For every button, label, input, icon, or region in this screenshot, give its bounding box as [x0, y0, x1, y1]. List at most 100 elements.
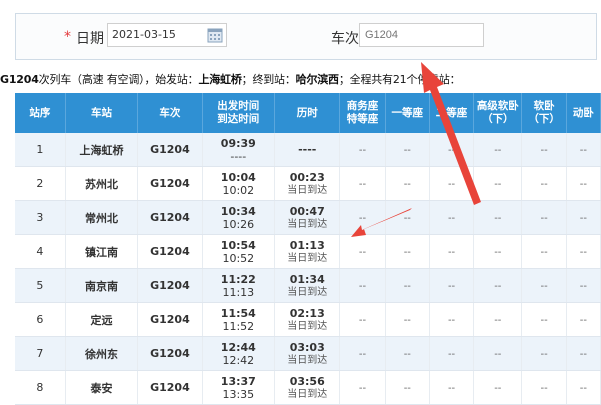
seat-availability: -- [540, 315, 548, 326]
table-row[interactable]: 7 徐州东 G1204 12:44 12:42 03:03 当日到达 -- -- -- -- -- -- [15, 336, 601, 371]
station-name: 南京南 [85, 279, 118, 293]
seat-availability: -- [447, 315, 456, 326]
table-row[interactable]: 6 定远 G1204 11:54 11:52 02:13 当日到达 -- -- -- -- -- -- [15, 302, 601, 337]
station-name: 常州北 [85, 211, 118, 225]
table-row[interactable]: 5 南京南 G1204 11:22 11:13 01:34 当日到达 -- -- -- -- -- -- [15, 268, 601, 303]
duration-cell: 01:13 当日到达 [274, 234, 341, 269]
column-header-text: 出发时间 [217, 100, 260, 112]
station-seq-cell: 4 [15, 234, 66, 269]
train-number-label: 车次 [331, 31, 359, 47]
seat-cell: -- [521, 234, 567, 269]
departure-time: 11:22 [220, 272, 256, 286]
arrival-time: 10:26 [222, 217, 255, 231]
summary-destination: 哈尔滨西 [295, 73, 339, 86]
seat-cell: -- [429, 370, 475, 405]
departure-time: 09:39 [220, 136, 256, 150]
table-row[interactable]: 3 常州北 G1204 10:34 10:26 00:47 当日到达 -- -- -- -- -- -- [15, 200, 601, 235]
seat-availability: -- [358, 281, 367, 292]
duration-cell: 03:56 当日到达 [274, 370, 341, 405]
calendar-icon[interactable] [207, 27, 223, 43]
seat-cell: -- [521, 268, 567, 303]
seat-availability: -- [494, 213, 502, 224]
arrival-time: 11:13 [222, 285, 255, 299]
station-seq-cell: 7 [15, 336, 66, 371]
seat-cell: -- [429, 268, 475, 303]
departure-time: 10:34 [220, 204, 256, 218]
summary-origin: 上海虹桥 [198, 73, 242, 86]
station-name: 镇江南 [85, 245, 118, 259]
seat-cell: -- [566, 234, 601, 269]
seat-availability: -- [358, 383, 367, 394]
station-seq-cell: 8 [15, 370, 66, 405]
seat-availability: -- [358, 315, 367, 326]
column-header: 车次 [137, 93, 203, 133]
seat-cell: -- [385, 133, 430, 167]
seat-availability: -- [494, 145, 502, 156]
arrival-time: 11:52 [222, 319, 255, 333]
seat-availability: -- [540, 247, 548, 258]
duration: 00:23 [289, 170, 325, 184]
duration: 01:13 [289, 238, 325, 252]
seat-cell: -- [339, 133, 386, 167]
duration-cell: 00:23 当日到达 [274, 166, 341, 201]
seat-cell: -- [339, 370, 386, 405]
seat-cell: -- [385, 302, 430, 337]
arrival-day: 当日到达 [287, 354, 328, 366]
seat-availability: -- [447, 383, 456, 394]
column-header-text: 软卧 [533, 100, 555, 112]
train-number-cell: G1204 [137, 234, 203, 269]
seat-cell: -- [521, 302, 567, 337]
date-value: 2021-03-15 [112, 28, 176, 41]
seat-availability: -- [403, 281, 411, 292]
seat-availability: -- [494, 349, 502, 360]
seat-availability: -- [447, 349, 456, 360]
seat-cell: -- [566, 133, 601, 167]
column-header: 站序 [15, 93, 66, 133]
station-name-cell: 定远 [65, 302, 139, 337]
station-name: 上海虹桥 [79, 143, 124, 157]
train-number-input[interactable] [359, 23, 484, 47]
seat-availability: -- [494, 315, 502, 326]
duration-cell: 01:34 当日到达 [274, 268, 341, 303]
seat-cell: -- [385, 268, 430, 303]
duration-cell: ---- [274, 133, 341, 167]
table-row[interactable]: 2 苏州北 G1204 10:04 10:02 00:23 当日到达 -- -- -- -- -- -- [15, 166, 601, 201]
seat-cell: -- [521, 200, 567, 235]
seat-cell: -- [339, 336, 386, 371]
seat-cell: -- [473, 133, 523, 167]
column-header-text: （下） [528, 113, 560, 125]
train-number: G1204 [150, 245, 190, 258]
seat-availability: -- [358, 247, 367, 258]
seat-cell: -- [566, 166, 601, 201]
column-header-text: 高级软卧 [476, 100, 519, 112]
seat-cell: -- [473, 370, 523, 405]
table-row[interactable]: 8 泰安 G1204 13:37 13:35 03:56 当日到达 -- -- -- -- -- -- [15, 370, 601, 405]
train-number: G1204 [150, 177, 190, 190]
seat-availability: -- [403, 179, 411, 190]
table-row[interactable]: 1 上海虹桥 G1204 09:39 ---- ---- -- -- -- -- -- -- [15, 133, 601, 167]
date-input[interactable]: 2021-03-15 [107, 23, 227, 47]
train-number-cell: G1204 [137, 166, 203, 201]
duration: ---- [298, 143, 317, 156]
table-row[interactable]: 4 镇江南 G1204 10:54 10:52 01:13 当日到达 -- -- -- -- -- -- [15, 234, 601, 269]
column-header: 动卧 [566, 93, 601, 133]
seat-availability: -- [447, 213, 456, 224]
seat-cell: -- [473, 268, 523, 303]
station-name: 徐州东 [85, 347, 118, 361]
seat-availability: -- [579, 179, 587, 190]
station-name-cell: 泰安 [65, 370, 139, 405]
departure-time: 12:44 [220, 340, 256, 354]
time-cell: 10:04 10:02 [202, 166, 276, 201]
duration: 00:47 [289, 204, 325, 218]
train-number-cell: G1204 [137, 133, 203, 167]
duration: 03:56 [289, 374, 325, 388]
arrival-time: ---- [230, 149, 247, 163]
duration: 02:13 [289, 306, 325, 320]
time-cell: 10:54 10:52 [202, 234, 276, 269]
station-name-cell: 常州北 [65, 200, 139, 235]
departure-time: 10:54 [220, 238, 256, 252]
seat-availability: -- [447, 179, 456, 190]
column-header-text: 商务座 [346, 100, 379, 112]
seat-availability: -- [403, 315, 411, 326]
time-cell: 13:37 13:35 [202, 370, 276, 405]
